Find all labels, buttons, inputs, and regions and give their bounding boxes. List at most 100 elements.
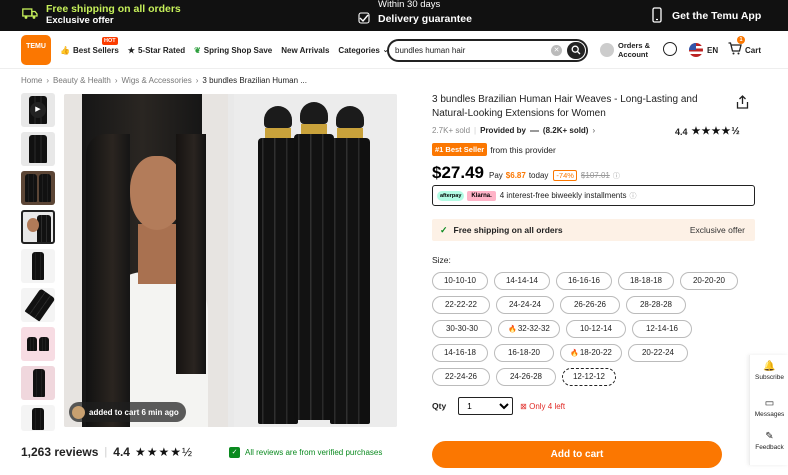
thumbnail[interactable] bbox=[21, 327, 55, 361]
promo-get-app[interactable]: Get the Temu App bbox=[652, 7, 761, 25]
thumbnail[interactable] bbox=[21, 171, 55, 205]
size-option[interactable]: 28-28-28 bbox=[626, 296, 686, 314]
flame-icon: 🔥 bbox=[508, 326, 517, 333]
support-chat-icon[interactable] bbox=[663, 42, 677, 56]
thumbnail[interactable] bbox=[21, 405, 55, 431]
product-stars-icon: ★★★★½ bbox=[691, 126, 741, 137]
cart-button[interactable]: 1 Cart bbox=[728, 36, 761, 58]
size-option-label: 20-22-24 bbox=[641, 348, 675, 357]
info-icon[interactable]: ⓘ bbox=[613, 171, 620, 181]
promo-free-shipping[interactable]: Free shipping on all orders Exclusive of… bbox=[22, 3, 181, 27]
size-option-label: 12-14-16 bbox=[645, 324, 679, 333]
truck-icon bbox=[22, 7, 38, 23]
thumbnail[interactable] bbox=[21, 288, 55, 322]
thumbnail[interactable] bbox=[21, 366, 55, 400]
size-option-label: 32-32-32 bbox=[517, 324, 550, 333]
breadcrumb-wigs[interactable]: Wigs & Accessories bbox=[122, 76, 192, 85]
promo-free-shipping-label: Free shipping on all orders bbox=[46, 3, 181, 15]
added-to-cart-toast: added to cart 6 min ago bbox=[69, 402, 186, 422]
subscribe-label: Subscribe bbox=[755, 374, 784, 381]
language-selector[interactable]: EN bbox=[689, 43, 718, 57]
size-option[interactable]: 26-26-26 bbox=[560, 296, 620, 314]
price-row: $27.49 Pay $6.87 today -74% $107.01 ⓘ bbox=[432, 163, 620, 183]
provider-sold[interactable]: (8.2K+ sold) bbox=[543, 126, 589, 135]
product-rating[interactable]: 4.4 ★★★★½ bbox=[675, 126, 741, 137]
size-option[interactable]: 16-18-20 bbox=[494, 344, 554, 362]
us-flag-icon bbox=[689, 43, 703, 57]
pay-amount: $6.87 bbox=[505, 171, 526, 180]
flame-icon: 🔥 bbox=[570, 350, 579, 357]
promo-within-days: Within 30 days bbox=[378, 0, 441, 10]
thumbnail[interactable] bbox=[21, 249, 55, 283]
reviews-summary[interactable]: 1,263 reviews | 4.4 ★★★★½ bbox=[21, 445, 193, 459]
size-option[interactable]: 12-14-16 bbox=[632, 320, 692, 338]
reviews-rating: 4.4 bbox=[113, 445, 130, 459]
main-product-image[interactable] bbox=[64, 94, 397, 427]
breadcrumb-beauty[interactable]: Beauty & Health bbox=[53, 76, 111, 85]
breadcrumb-current: 3 bundles Brazilian Human ... bbox=[202, 76, 307, 85]
size-option[interactable]: 14-16-18 bbox=[432, 344, 488, 362]
stock-text: Only 4 left bbox=[529, 401, 566, 411]
nav-best-sellers[interactable]: 👍 Best Sellers HOT bbox=[60, 36, 119, 55]
clear-search-icon[interactable]: ✕ bbox=[551, 45, 562, 56]
promo-exclusive-label: Exclusive offer bbox=[46, 15, 114, 26]
subscribe-button[interactable]: 🔔 Subscribe bbox=[750, 361, 788, 381]
size-option[interactable]: 10-10-10 bbox=[432, 272, 488, 290]
size-option-label: 22-24-26 bbox=[444, 372, 478, 381]
size-option[interactable]: 22-22-22 bbox=[432, 296, 490, 314]
thumbnail-video[interactable]: ▶ bbox=[21, 93, 55, 127]
size-label: Size: bbox=[432, 255, 451, 265]
nav-spring-shop-label: Spring Shop Save bbox=[203, 45, 273, 55]
nav-new-arrivals[interactable]: New Arrivals bbox=[281, 46, 329, 55]
breadcrumb-home[interactable]: Home bbox=[21, 76, 42, 85]
size-option-hot[interactable]: 🔥32-32-32 bbox=[498, 320, 560, 338]
search-button[interactable] bbox=[567, 42, 585, 59]
phone-icon bbox=[652, 7, 662, 25]
size-option[interactable]: 16-16-16 bbox=[556, 272, 612, 290]
size-option[interactable]: 10-12-14 bbox=[566, 320, 626, 338]
thumbnail[interactable] bbox=[21, 132, 55, 166]
size-option[interactable]: 18-18-18 bbox=[618, 272, 674, 290]
size-option-label: 18-20-22 bbox=[579, 348, 612, 357]
info-icon[interactable]: ⓘ bbox=[629, 191, 636, 201]
feedback-button[interactable]: ✎ Feedback bbox=[750, 431, 788, 451]
nav-spring-shop[interactable]: ❦ Spring Shop Save bbox=[194, 46, 272, 55]
size-option[interactable]: 24-24-24 bbox=[496, 296, 554, 314]
cart-count-badge: 1 bbox=[737, 36, 745, 44]
orders-account-label: Orders & Account bbox=[618, 41, 651, 59]
share-icon[interactable] bbox=[736, 95, 749, 112]
shopper-avatar bbox=[72, 405, 85, 419]
size-option[interactable]: 30-30-30 bbox=[432, 320, 492, 338]
pay-label: Pay bbox=[489, 171, 503, 180]
quantity-row: Qty 1 ⊠ Only 4 left bbox=[432, 397, 565, 415]
size-option[interactable]: 22-24-26 bbox=[432, 368, 490, 386]
nav-five-star-label: 5-Star Rated bbox=[137, 45, 186, 55]
nav-categories-label: Categories bbox=[338, 45, 380, 55]
verified-check-icon: ✓ bbox=[229, 447, 240, 458]
size-option[interactable]: 24-26-28 bbox=[496, 368, 556, 386]
orders-account[interactable]: Orders & Account bbox=[600, 41, 656, 59]
quantity-select[interactable]: 1 bbox=[458, 397, 514, 415]
thumbnail-selected[interactable] bbox=[21, 210, 55, 244]
size-option-label: 10-12-14 bbox=[579, 324, 613, 333]
size-option-hot[interactable]: 🔥18-20-22 bbox=[560, 344, 622, 362]
nav-categories[interactable]: Categories ⌄ bbox=[338, 46, 391, 55]
nav-new-arrivals-label: New Arrivals bbox=[281, 45, 330, 55]
product-title: 3 bundles Brazilian Human Hair Weaves - … bbox=[432, 94, 698, 119]
size-option-selected[interactable]: 12-12-12 bbox=[562, 368, 616, 386]
size-option[interactable]: 20-20-20 bbox=[680, 272, 738, 290]
thumbnail-strip: ▶ bbox=[21, 93, 55, 436]
installments-banner[interactable]: afterpay Klarna. 4 interest-free biweekl… bbox=[432, 185, 755, 206]
search-input[interactable] bbox=[395, 46, 545, 55]
shipping-banner[interactable]: ✓ Free shipping on all orders Exclusive … bbox=[432, 219, 755, 241]
add-to-cart-button[interactable]: Add to cart bbox=[432, 441, 722, 468]
nav-five-star[interactable]: ★ 5-Star Rated bbox=[128, 46, 185, 55]
size-option-label: 10-10-10 bbox=[443, 276, 477, 285]
size-option[interactable]: 14-14-14 bbox=[494, 272, 550, 290]
messages-button[interactable]: ▭ Messages bbox=[750, 398, 788, 418]
promo-delivery-guarantee: Delivery guarantee bbox=[378, 13, 472, 25]
message-icon: ▭ bbox=[764, 398, 775, 409]
size-option[interactable]: 20-22-24 bbox=[628, 344, 688, 362]
temu-logo[interactable]: TEMU bbox=[21, 35, 51, 65]
promo-delivery[interactable]: Within 30 days Delivery guarantee bbox=[358, 0, 472, 27]
